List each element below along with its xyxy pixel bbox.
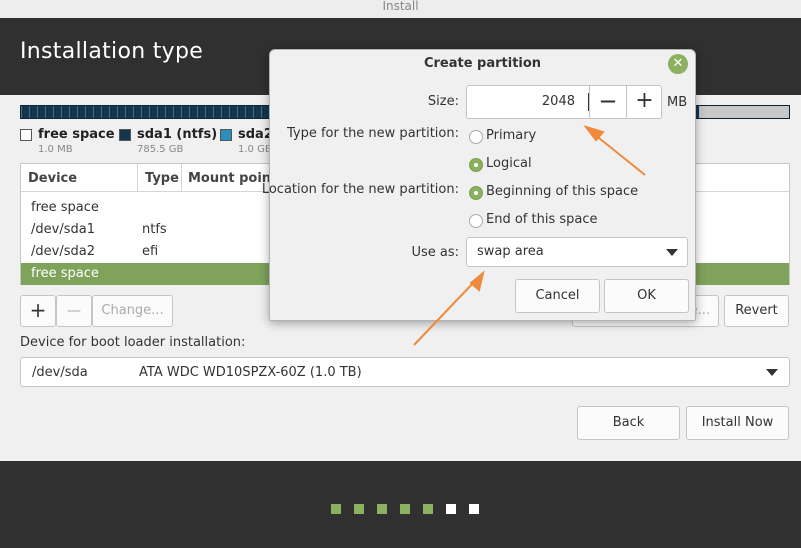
- change-partition-button[interactable]: Change...: [92, 295, 173, 327]
- column-divider: [137, 164, 138, 192]
- radio-beginning-label[interactable]: Beginning of this space: [486, 184, 638, 199]
- progress-step-current: [423, 504, 433, 514]
- revert-button[interactable]: Revert: [724, 295, 789, 327]
- row-device: free space: [31, 266, 99, 281]
- chevron-down-icon: [766, 369, 778, 376]
- size-stepper: 2048 — +: [466, 85, 662, 119]
- radio-logical-label[interactable]: Logical: [486, 156, 532, 171]
- legend-size: 1.0 MB: [38, 144, 73, 155]
- row-type: ntfs: [142, 222, 167, 237]
- disk-bar-remaining: [699, 106, 789, 118]
- row-device: /dev/sda2: [31, 244, 95, 259]
- row-type: efi: [142, 244, 159, 259]
- add-partition-button[interactable]: +: [20, 295, 56, 327]
- size-unit: MB: [667, 95, 688, 110]
- chevron-down-icon: [666, 249, 678, 256]
- legend-swatch: [220, 129, 232, 141]
- footer: [0, 461, 801, 548]
- cancel-button[interactable]: Cancel: [515, 279, 600, 313]
- back-button[interactable]: Back: [577, 406, 680, 440]
- radio-primary-label[interactable]: Primary: [486, 128, 536, 143]
- remove-partition-button[interactable]: —: [56, 295, 92, 327]
- type-label: Type for the new partition:: [286, 126, 459, 141]
- radio-beginning[interactable]: [469, 186, 483, 200]
- legend-swatch: [119, 129, 131, 141]
- column-divider: [181, 164, 182, 192]
- legend-swatch: [20, 129, 32, 141]
- install-now-button[interactable]: Install Now: [686, 406, 789, 440]
- row-device: /dev/sda1: [31, 222, 95, 237]
- radio-primary[interactable]: [469, 130, 483, 144]
- radio-end-label[interactable]: End of this space: [486, 212, 598, 227]
- progress-step-done: [377, 504, 387, 514]
- create-partition-dialog: Create partition ✕ Size: 2048 — + MB Typ…: [262, 49, 696, 321]
- legend-size: 1.0 GB: [238, 144, 272, 155]
- boot-loader-select[interactable]: /dev/sda ATA WDC WD10SPZX-60Z (1.0 TB): [20, 357, 790, 387]
- progress-step-pending: [469, 504, 479, 514]
- radio-logical[interactable]: [469, 158, 483, 172]
- legend-size: 785.5 GB: [137, 144, 184, 155]
- column-type[interactable]: Type: [145, 171, 179, 186]
- decrement-button[interactable]: —: [590, 86, 626, 118]
- progress-step-pending: [446, 504, 456, 514]
- progress-step-done: [331, 504, 341, 514]
- boot-device-description: ATA WDC WD10SPZX-60Z (1.0 TB): [139, 365, 362, 380]
- legend-label: sda1 (ntfs): [137, 127, 218, 142]
- progress-step-done: [354, 504, 364, 514]
- use-as-select[interactable]: swap area: [466, 237, 688, 267]
- legend-label: free space: [38, 127, 115, 142]
- boot-device: /dev/sda: [32, 365, 88, 380]
- size-input[interactable]: 2048: [542, 94, 575, 109]
- column-device[interactable]: Device: [28, 171, 77, 186]
- row-device: free space: [31, 200, 99, 215]
- progress-step-done: [400, 504, 410, 514]
- size-label: Size:: [427, 94, 459, 109]
- location-label: Location for the new partition:: [261, 182, 459, 197]
- legend-label: sda2: [238, 127, 273, 142]
- radio-end[interactable]: [469, 214, 483, 228]
- dialog-title: Create partition: [423, 56, 542, 71]
- boot-loader-label: Device for boot loader installation:: [20, 335, 246, 350]
- increment-button[interactable]: +: [627, 86, 662, 118]
- page-title: Installation type: [20, 39, 204, 64]
- use-as-value: swap area: [477, 244, 544, 259]
- ok-button[interactable]: OK: [604, 279, 689, 313]
- window-title: Install: [0, 0, 801, 18]
- close-icon[interactable]: ✕: [668, 54, 688, 74]
- use-as-label: Use as:: [411, 245, 459, 260]
